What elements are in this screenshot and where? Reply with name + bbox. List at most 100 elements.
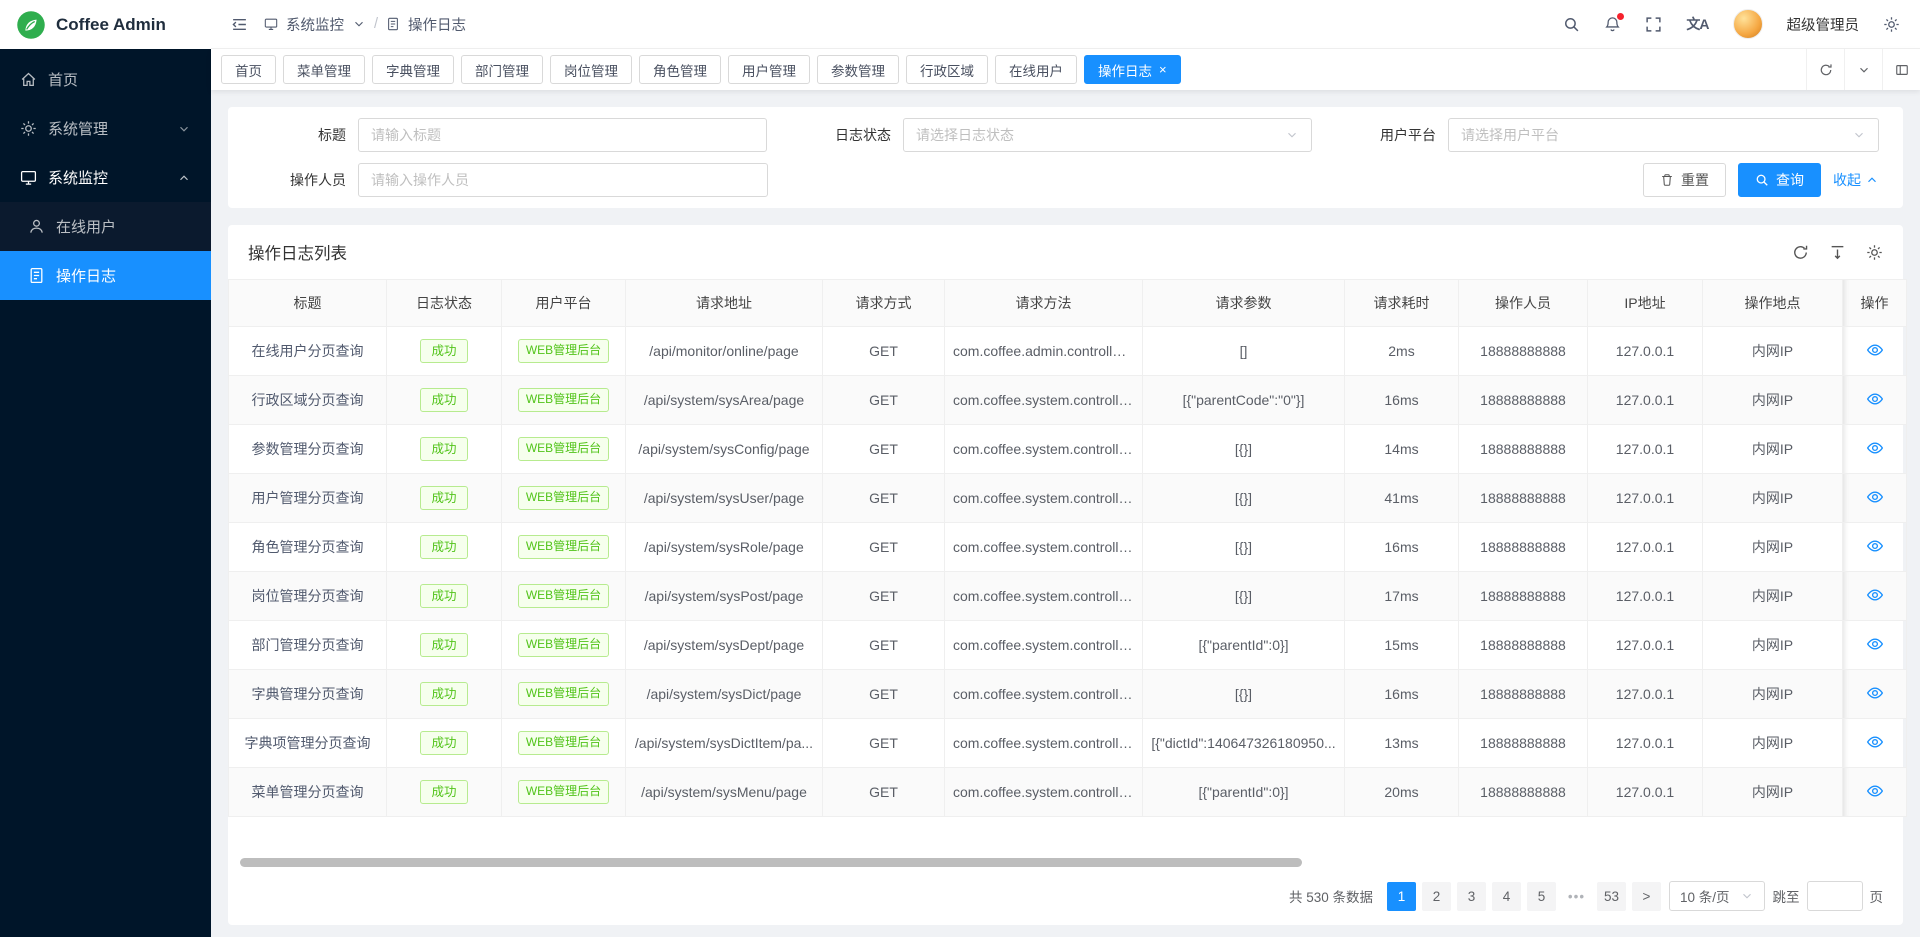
page-jump-input[interactable] [1807, 881, 1863, 911]
settings-button[interactable] [1883, 16, 1900, 33]
column-header[interactable]: 请求耗时 [1345, 280, 1459, 327]
table-cell: 18888888888 [1459, 327, 1588, 376]
query-button[interactable]: 查询 [1738, 163, 1821, 197]
table-cell: /api/system/sysUser/page [626, 474, 823, 523]
column-header[interactable]: 用户平台 [502, 280, 626, 327]
table-cell: [{"parentCode":"0"}] [1143, 376, 1345, 425]
sidebar-item-home[interactable]: 首页 [0, 55, 211, 104]
table-cell: GET [823, 327, 945, 376]
layout-toggle-button[interactable] [1882, 49, 1920, 90]
table-cell: 17ms [1345, 572, 1459, 621]
table-cell: 成功 [387, 768, 502, 817]
view-detail-eye-icon[interactable] [1866, 439, 1884, 457]
query-label: 查询 [1776, 170, 1804, 190]
language-switch-button[interactable]: 文A [1686, 14, 1708, 34]
view-detail-eye-icon[interactable] [1866, 390, 1884, 408]
search-button[interactable] [1563, 16, 1580, 33]
page-button-5[interactable]: 5 [1527, 882, 1556, 911]
sidebar-collapse-button[interactable] [231, 16, 248, 33]
platform-badge: WEB管理后台 [518, 682, 609, 706]
tab-行政区域[interactable]: 行政区域 [906, 55, 988, 84]
tab-角色管理[interactable]: 角色管理 [639, 55, 721, 84]
notifications-button[interactable] [1604, 16, 1621, 33]
table-cell: GET [823, 425, 945, 474]
tab-label: 部门管理 [475, 60, 529, 80]
menu-label: 系统管理 [48, 118, 108, 139]
view-detail-eye-icon[interactable] [1866, 684, 1884, 702]
table-cell: 127.0.0.1 [1588, 572, 1703, 621]
page-button-2[interactable]: 2 [1422, 882, 1451, 911]
column-header[interactable]: 操作 [1843, 280, 1907, 327]
table-cell: 成功 [387, 719, 502, 768]
table-cell: /api/system/sysDictItem/pa... [626, 719, 823, 768]
tab-操作日志[interactable]: 操作日志× [1084, 55, 1181, 84]
platform-badge: WEB管理后台 [518, 584, 609, 608]
column-header[interactable]: 请求方法 [945, 280, 1143, 327]
table-cell-action [1843, 670, 1907, 719]
row-height-icon[interactable] [1829, 244, 1846, 261]
tab-参数管理[interactable]: 参数管理 [817, 55, 899, 84]
table-cell: 成功 [387, 572, 502, 621]
refresh-icon[interactable] [1792, 244, 1809, 261]
column-header[interactable]: 标题 [229, 280, 387, 327]
page-size-select[interactable]: 10 条/页 [1669, 881, 1765, 911]
breadcrumb: 系统监控 / 操作日志 [264, 14, 466, 35]
table-cell: com.coffee.system.controlle... [945, 670, 1143, 719]
tab-字典管理[interactable]: 字典管理 [372, 55, 454, 84]
page-button-53[interactable]: 53 [1597, 882, 1626, 911]
table-cell: GET [823, 719, 945, 768]
table-cell: [{}] [1143, 425, 1345, 474]
page-jump: 跳至 页 [1773, 881, 1884, 911]
table-cell: 16ms [1345, 376, 1459, 425]
page-button-4[interactable]: 4 [1492, 882, 1521, 911]
log-status-select[interactable]: 请选择日志状态 [903, 118, 1312, 152]
view-detail-eye-icon[interactable] [1866, 488, 1884, 506]
tab-close-icon[interactable]: × [1159, 63, 1167, 76]
column-header[interactable]: IP地址 [1588, 280, 1703, 327]
collapse-filter-link[interactable]: 收起 [1833, 170, 1879, 190]
breadcrumb-item[interactable]: 系统监控 [286, 14, 344, 35]
tab-菜单管理[interactable]: 菜单管理 [283, 55, 365, 84]
fullscreen-button[interactable] [1645, 16, 1662, 33]
scrollbar-thumb[interactable] [240, 858, 1302, 867]
operator-input[interactable] [358, 163, 768, 197]
next-page-button[interactable]: > [1632, 882, 1661, 911]
view-detail-eye-icon[interactable] [1866, 341, 1884, 359]
page-content: 标题 日志状态 请选择日志状态 用户平台 请选择用户平台 [211, 90, 1920, 937]
column-header[interactable]: 日志状态 [387, 280, 502, 327]
refresh-tabs-button[interactable] [1806, 49, 1844, 90]
page-button-1[interactable]: 1 [1387, 882, 1416, 911]
column-header[interactable]: 操作地点 [1703, 280, 1843, 327]
column-header[interactable]: 请求地址 [626, 280, 823, 327]
user-name[interactable]: 超级管理员 [1787, 14, 1860, 35]
sidebar-item-online-users[interactable]: 在线用户 [0, 202, 211, 251]
tab-options-button[interactable] [1844, 49, 1882, 90]
tab-首页[interactable]: 首页 [221, 55, 276, 84]
tab-岗位管理[interactable]: 岗位管理 [550, 55, 632, 84]
title-input[interactable] [358, 118, 767, 152]
view-detail-eye-icon[interactable] [1866, 586, 1884, 604]
column-header[interactable]: 请求参数 [1143, 280, 1345, 327]
tab-用户管理[interactable]: 用户管理 [728, 55, 810, 84]
table-cell: 18888888888 [1459, 670, 1588, 719]
chevron-down-icon[interactable] [352, 17, 366, 31]
tab-在线用户[interactable]: 在线用户 [995, 55, 1077, 84]
sidebar-item-system-management[interactable]: 系统管理 [0, 104, 211, 153]
column-header[interactable]: 请求方式 [823, 280, 945, 327]
column-settings-gear-icon[interactable] [1866, 244, 1883, 261]
sidebar-item-operation-log[interactable]: 操作日志 [0, 251, 211, 300]
tab-label: 岗位管理 [564, 60, 618, 80]
column-header[interactable]: 操作人员 [1459, 280, 1588, 327]
logo-icon [16, 10, 46, 40]
avatar[interactable] [1733, 9, 1763, 39]
view-detail-eye-icon[interactable] [1866, 635, 1884, 653]
table-cell: 参数管理分页查询 [229, 425, 387, 474]
sidebar-item-system-monitor[interactable]: 系统监控 [0, 153, 211, 202]
view-detail-eye-icon[interactable] [1866, 782, 1884, 800]
view-detail-eye-icon[interactable] [1866, 537, 1884, 555]
tab-部门管理[interactable]: 部门管理 [461, 55, 543, 84]
reset-button[interactable]: 重置 [1643, 163, 1726, 197]
view-detail-eye-icon[interactable] [1866, 733, 1884, 751]
page-button-3[interactable]: 3 [1457, 882, 1486, 911]
user-platform-select[interactable]: 请选择用户平台 [1448, 118, 1879, 152]
